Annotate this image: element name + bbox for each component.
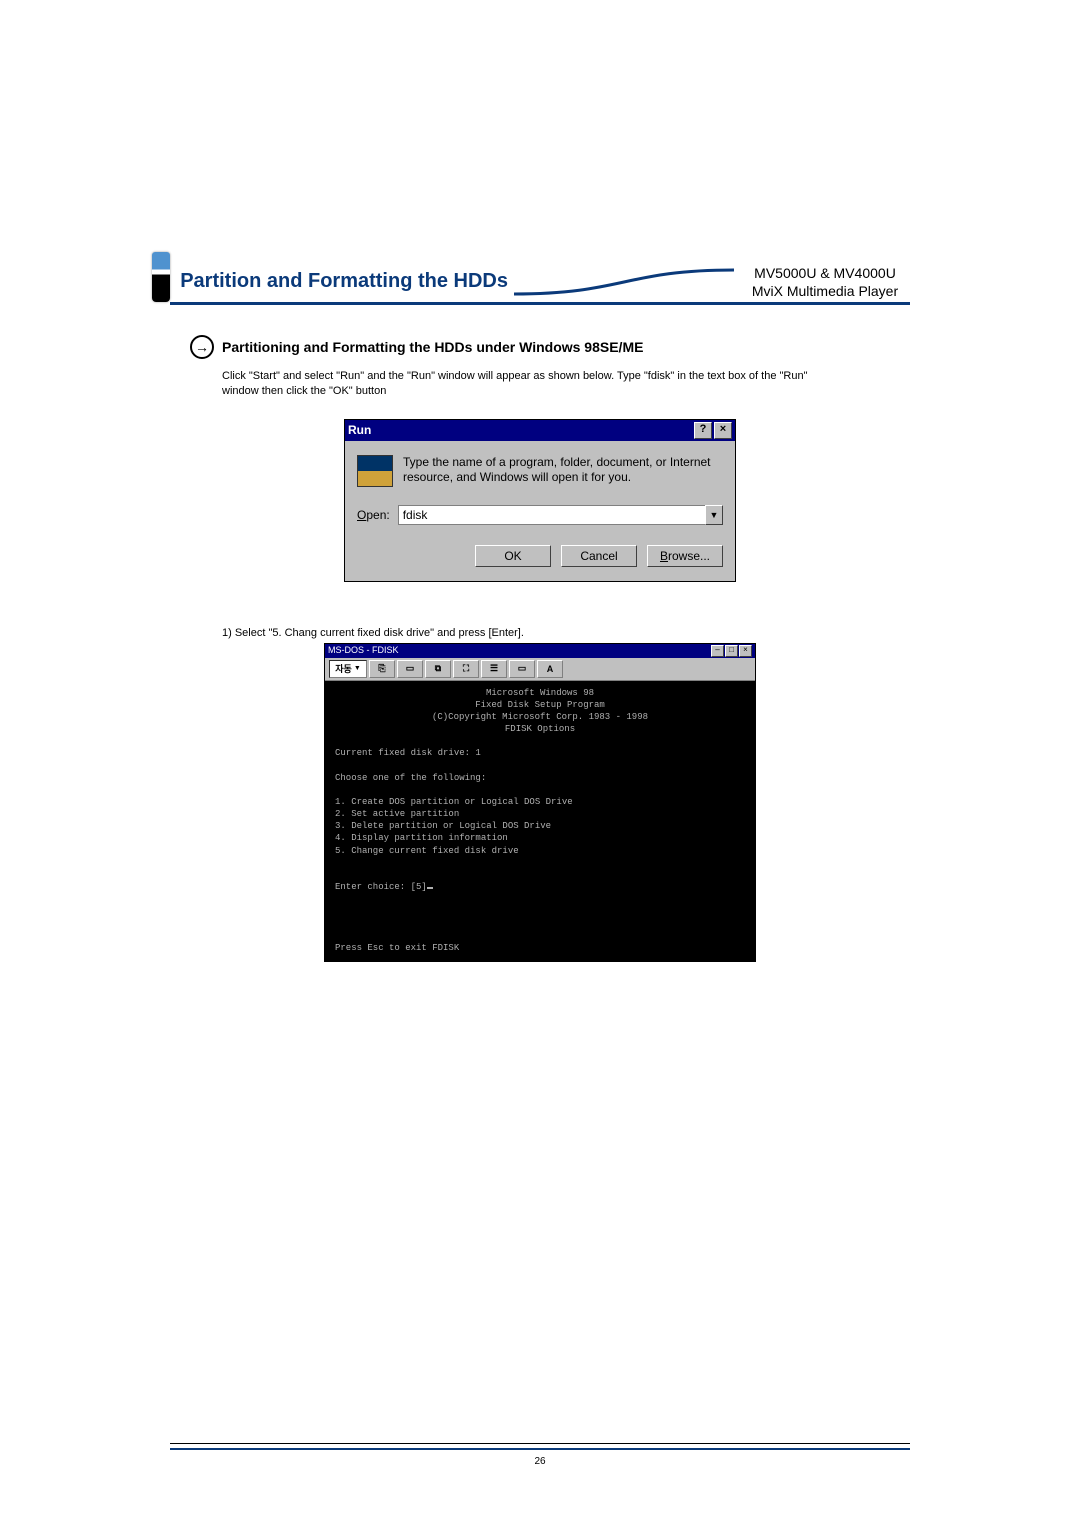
dos-line: Enter choice: [5] [335,881,745,893]
open-input[interactable] [398,505,705,525]
model-box: MV5000U & MV4000U MviX Multimedia Player [740,264,910,300]
open-dropdown-button[interactable]: ▼ [705,505,723,525]
section-heading: → Partitioning and Formatting the HDDs u… [190,335,910,359]
run-message: Type the name of a program, folder, docu… [403,455,723,485]
page-header: Partition and Formatting the HDDs MV5000… [152,250,910,300]
dos-tool-mark-icon[interactable]: ⧉ [425,660,451,678]
dos-line: FDISK Options [335,723,745,735]
arrow-circle-icon: → [190,335,214,359]
page-number: 26 [170,1456,910,1467]
dos-window: MS-DOS - FDISK – □ × 자동▼ ⎘ ▭ ⧉ ⛶ ☰ ▭ A [324,643,756,962]
dos-line: 3. Delete partition or Logical DOS Drive [335,820,745,832]
run-dialog-figure: Run ? × Type the name of a program, fold… [170,419,910,582]
dos-tool-props-icon[interactable]: ☰ [481,660,507,678]
footer-rule [170,1443,910,1450]
close-button[interactable]: × [739,645,752,657]
run-body: Type the name of a program, folder, docu… [345,441,735,581]
run-dialog: Run ? × Type the name of a program, fold… [344,419,736,582]
section-body: Click "Start" and select "Run" and the "… [222,369,842,399]
title-underline [170,302,910,305]
help-button[interactable]: ? [694,422,712,439]
browse-button[interactable]: Browse... [647,545,723,567]
page-title: Partition and Formatting the HDDs [180,270,508,293]
close-button[interactable]: × [714,422,732,439]
run-icon [357,455,393,487]
title-band: Partition and Formatting the HDDs MV5000… [180,264,910,300]
ok-button[interactable]: OK [475,545,551,567]
dos-line: 4. Display partition information [335,832,745,844]
dos-line: 1. Create DOS partition or Logical DOS D… [335,796,745,808]
dos-line: Choose one of the following: [335,772,745,784]
book-spine-icon [152,252,170,302]
dos-tool-font-icon[interactable]: A [537,660,563,678]
dos-tool-fullscreen-icon[interactable]: ⛶ [453,660,479,678]
run-titlebar: Run ? × [345,420,735,441]
dos-tool-bg-icon[interactable]: ▭ [509,660,535,678]
dos-line: Microsoft Windows 98 [335,687,745,699]
dos-titlebar: MS-DOS - FDISK – □ × [325,644,755,658]
dos-font-select[interactable]: 자동▼ [329,660,367,678]
fdisk-figure: MS-DOS - FDISK – □ × 자동▼ ⎘ ▭ ⧉ ⛶ ☰ ▭ A [170,643,910,962]
dos-tool-paste-icon[interactable]: ▭ [397,660,423,678]
dos-line: Press Esc to exit FDISK [335,942,745,954]
run-buttons: OK Cancel Browse... [357,545,723,567]
titlebar-buttons: ? × [694,422,732,439]
step-1-text: 1) Select "5. Chang current fixed disk d… [222,627,910,639]
dos-line: (C)Copyright Microsoft Corp. 1983 - 1998 [335,711,745,723]
cursor-icon [427,887,433,889]
open-label: Open: [357,508,390,522]
section-title: Partitioning and Formatting the HDDs und… [222,339,643,355]
dos-toolbar: 자동▼ ⎘ ▭ ⧉ ⛶ ☰ ▭ A [325,658,755,681]
cancel-button[interactable]: Cancel [561,545,637,567]
run-title: Run [348,423,371,437]
model-line1: MV5000U & MV4000U [740,264,910,282]
dos-line: Current fixed disk drive: 1 [335,747,745,759]
dos-tool-copy-icon[interactable]: ⎘ [369,660,395,678]
dos-titlebar-buttons: – □ × [711,645,752,657]
dos-line: 2. Set active partition [335,808,745,820]
minimize-button[interactable]: – [711,645,724,657]
dos-title: MS-DOS - FDISK [328,645,399,657]
maximize-button[interactable]: □ [725,645,738,657]
dos-line: 5. Change current fixed disk drive [335,845,745,857]
dos-screen: Microsoft Windows 98 Fixed Disk Setup Pr… [325,681,755,961]
title-swoosh-icon [514,264,734,300]
open-field: ▼ [398,505,723,525]
model-line2: MviX Multimedia Player [740,282,910,300]
dos-line: Fixed Disk Setup Program [335,699,745,711]
document-page: Partition and Formatting the HDDs MV5000… [0,0,1080,1527]
